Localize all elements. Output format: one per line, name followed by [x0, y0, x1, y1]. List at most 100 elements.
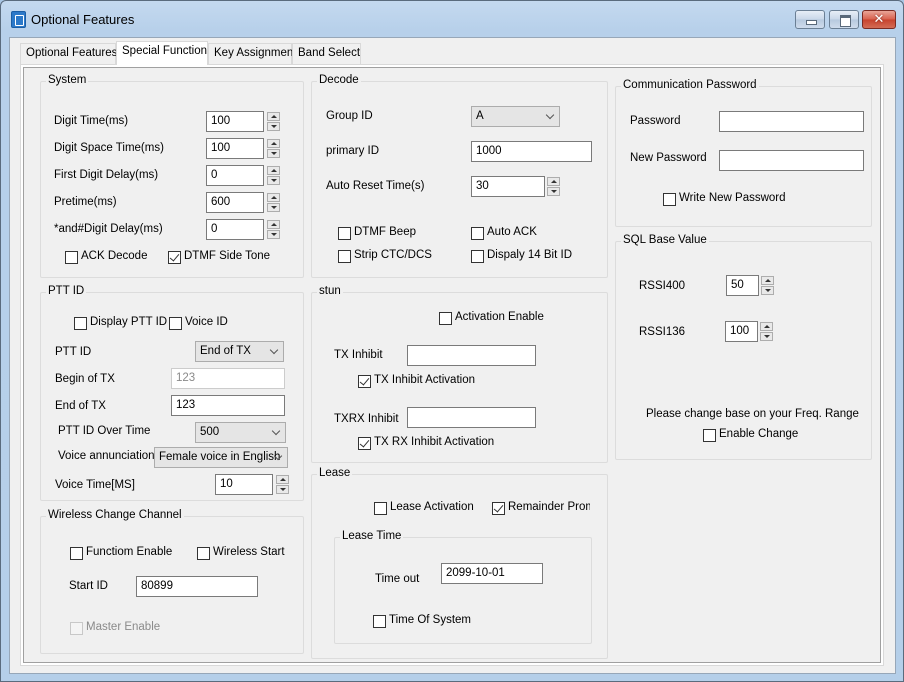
spin-down-icon[interactable]: [761, 286, 774, 295]
auto-reset-time-spinner[interactable]: [547, 177, 560, 197]
spin-down-icon[interactable]: [276, 485, 289, 494]
display-14-bit-id-label: Dispaly 14 Bit ID: [487, 249, 573, 261]
ptt-id-over-time-label: PTT ID Over Time: [58, 425, 151, 437]
txrx-inhibit-input[interactable]: [407, 407, 536, 428]
pretime-input[interactable]: 600: [206, 192, 264, 213]
pretime-spinner[interactable]: [267, 193, 280, 213]
voice-time-label: Voice Time[MS]: [55, 479, 135, 491]
client-area: Optional Features Special Function Key A…: [9, 37, 896, 674]
tab-band-select[interactable]: Band Select: [292, 43, 361, 64]
tx-inhibit-input[interactable]: [407, 345, 536, 366]
checkbox-box[interactable]: [74, 317, 87, 330]
spin-up-icon[interactable]: [267, 193, 280, 202]
rssi400-input[interactable]: 50: [726, 275, 759, 296]
spin-down-icon[interactable]: [760, 332, 773, 341]
end-of-tx-input[interactable]: 123: [171, 395, 285, 416]
tab-key-assignment[interactable]: Key Assignment: [208, 43, 296, 64]
minimize-button[interactable]: [795, 10, 825, 29]
password-input[interactable]: [719, 111, 864, 132]
txrx-inhibit-label: TXRX Inhibit: [334, 413, 399, 425]
checkbox-box[interactable]: [663, 193, 676, 206]
ptt-id-select-value: End of TX: [200, 345, 251, 357]
spin-down-icon[interactable]: [267, 230, 280, 239]
maximize-button[interactable]: [829, 10, 859, 29]
checkbox-box[interactable]: [338, 227, 351, 240]
checkbox-box-disabled[interactable]: [70, 622, 83, 635]
group-id-select[interactable]: A: [471, 106, 560, 127]
spin-up-icon[interactable]: [267, 166, 280, 175]
digit-space-time-label: Digit Space Time(ms): [54, 142, 164, 154]
checkbox-box[interactable]: [373, 615, 386, 628]
spin-down-icon[interactable]: [267, 122, 280, 131]
checkbox-box[interactable]: [471, 250, 484, 263]
voice-time-input[interactable]: 10: [215, 474, 273, 495]
checkbox-box[interactable]: [374, 502, 387, 515]
new-password-input[interactable]: [719, 150, 864, 171]
checkbox-box[interactable]: [703, 429, 716, 442]
freq-range-note: Please change base on your Freq. Range: [646, 408, 859, 420]
first-digit-delay-input[interactable]: 0: [206, 165, 264, 186]
primary-id-input[interactable]: 1000: [471, 141, 592, 162]
star-hash-digit-delay-spinner[interactable]: [267, 220, 280, 240]
tab-content: System Digit Time(ms) 100 Digit Space Ti…: [23, 67, 881, 663]
spin-up-icon[interactable]: [760, 322, 773, 331]
group-id-value: A: [476, 110, 484, 122]
tx-inhibit-activation-label: TX Inhibit Activation: [374, 374, 475, 386]
spin-up-icon[interactable]: [267, 112, 280, 121]
time-out-input[interactable]: 2099-10-01: [441, 563, 543, 584]
checkbox-box-checked[interactable]: [492, 502, 505, 515]
master-enable-label: Master Enable: [86, 621, 161, 633]
spin-up-icon[interactable]: [276, 475, 289, 484]
rssi136-spinner[interactable]: [760, 322, 773, 342]
checkbox-box[interactable]: [169, 317, 182, 330]
star-hash-digit-delay-input[interactable]: 0: [206, 219, 264, 240]
voice-time-spinner[interactable]: [276, 475, 289, 495]
tab-optional-features[interactable]: Optional Features: [20, 43, 117, 64]
spin-down-icon[interactable]: [547, 187, 560, 196]
spin-down-icon[interactable]: [267, 203, 280, 212]
first-digit-delay-spinner[interactable]: [267, 166, 280, 186]
rssi136-label: RSSI136: [639, 326, 686, 338]
spin-up-icon[interactable]: [761, 276, 774, 285]
begin-of-tx-input[interactable]: 123: [171, 368, 285, 389]
rssi136-input[interactable]: 100: [725, 321, 758, 342]
voice-annunciation-select[interactable]: Female voice in English: [154, 447, 288, 468]
digit-space-time-spinner[interactable]: [267, 139, 280, 159]
stun-group: stun Activation Enable TX Inhibit TX Inh…: [311, 285, 608, 463]
decode-group: Decode Group ID A primary ID 1000 Auto R…: [311, 74, 608, 278]
ack-decode-label: ACK Decode: [81, 250, 148, 262]
checkbox-box[interactable]: [471, 227, 484, 240]
spin-up-icon[interactable]: [547, 177, 560, 186]
digit-time-spinner[interactable]: [267, 112, 280, 132]
system-group: System Digit Time(ms) 100 Digit Space Ti…: [40, 74, 304, 278]
checkbox-box[interactable]: [439, 312, 452, 325]
checkbox-box[interactable]: [338, 250, 351, 263]
auto-reset-time-input[interactable]: 30: [471, 176, 545, 197]
spin-down-icon[interactable]: [267, 149, 280, 158]
checkbox-box[interactable]: [70, 547, 83, 560]
end-of-tx-label: End of TX: [55, 400, 106, 412]
tab-special-function[interactable]: Special Function: [116, 41, 208, 65]
ptt-id-over-time-select[interactable]: 500: [195, 422, 286, 443]
digit-space-time-input[interactable]: 100: [206, 138, 264, 159]
checkbox-box-checked[interactable]: [168, 251, 181, 264]
close-button[interactable]: ✕: [862, 10, 896, 29]
spin-up-icon[interactable]: [267, 220, 280, 229]
write-new-password-label: Write New Password: [679, 192, 786, 204]
start-id-input[interactable]: 80899: [136, 576, 258, 597]
auto-reset-time-label: Auto Reset Time(s): [326, 180, 425, 192]
window-title: Optional Features: [31, 12, 135, 27]
lease-group-title: Lease: [317, 467, 353, 479]
activation-enable-label: Activation Enable: [455, 311, 544, 323]
checkbox-box-checked[interactable]: [358, 375, 371, 388]
digit-time-input[interactable]: 100: [206, 111, 264, 132]
rssi400-label: RSSI400: [639, 280, 686, 292]
function-enable-label: Functiom Enable: [86, 546, 173, 558]
checkbox-box-checked[interactable]: [358, 437, 371, 450]
checkbox-box[interactable]: [65, 251, 78, 264]
ptt-id-select[interactable]: End of TX: [195, 341, 284, 362]
spin-up-icon[interactable]: [267, 139, 280, 148]
checkbox-box[interactable]: [197, 547, 210, 560]
spin-down-icon[interactable]: [267, 176, 280, 185]
rssi400-spinner[interactable]: [761, 276, 774, 296]
